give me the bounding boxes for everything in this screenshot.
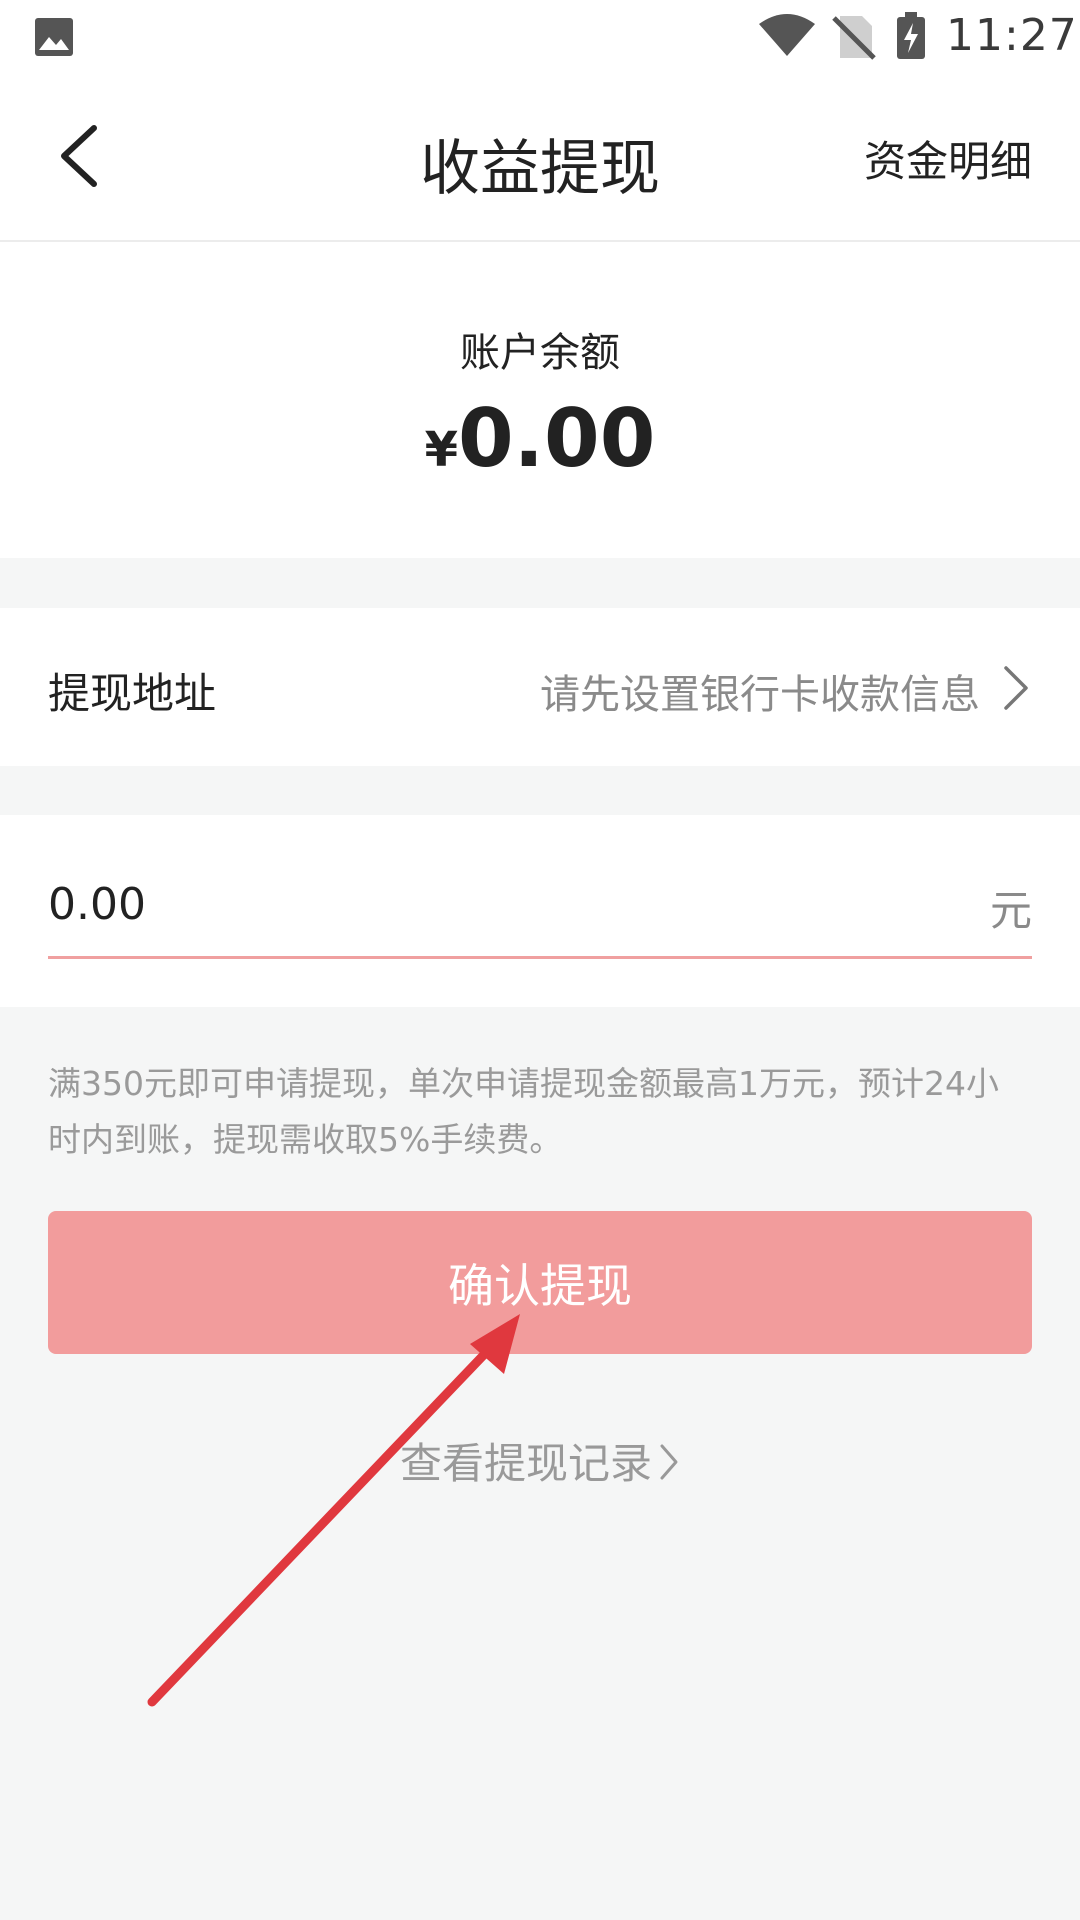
chevron-left-icon <box>61 125 97 187</box>
balance-section: 账户余额 ¥0.00 <box>0 242 1080 558</box>
no-sim-icon <box>832 14 876 64</box>
chevron-right-icon <box>658 1442 680 1492</box>
withdraw-address-label: 提现地址 <box>48 669 217 718</box>
withdraw-address-row[interactable]: 提现地址 请先设置银行卡收款信息 <box>0 608 1080 766</box>
withdraw-address-value: 请先设置银行卡收款信息 <box>540 672 980 718</box>
view-records-link[interactable]: 查看提现记录 <box>0 1430 1080 1492</box>
status-bar: 11:27 <box>0 0 1080 72</box>
gallery-icon <box>34 17 74 61</box>
confirm-withdraw-button[interactable]: 确认提现 <box>48 1211 1032 1354</box>
nav-bar: 收益提现 资金明细 <box>0 72 1080 242</box>
amount-input[interactable] <box>48 859 928 949</box>
back-button[interactable] <box>50 120 110 192</box>
fund-details-link[interactable]: 资金明细 <box>864 128 1032 189</box>
amount-underline <box>48 956 1032 959</box>
amount-unit: 元 <box>989 886 1032 935</box>
chevron-right-icon <box>1000 664 1030 716</box>
battery-charging-icon <box>896 12 926 64</box>
currency-symbol: ¥ <box>424 422 458 478</box>
balance-value: 0.00 <box>458 392 656 485</box>
status-time: 11:27 <box>946 10 1078 61</box>
balance-amount: ¥0.00 <box>0 392 1080 485</box>
view-records-label: 查看提现记录 <box>399 1439 652 1488</box>
balance-label: 账户余额 <box>460 330 620 376</box>
withdraw-notice: 满350元即可申请提现，单次申请提现金额最高1万元，预计24小时内到账，提现需收… <box>48 1064 999 1159</box>
wifi-icon <box>758 14 816 62</box>
amount-section: 元 <box>0 815 1080 1007</box>
